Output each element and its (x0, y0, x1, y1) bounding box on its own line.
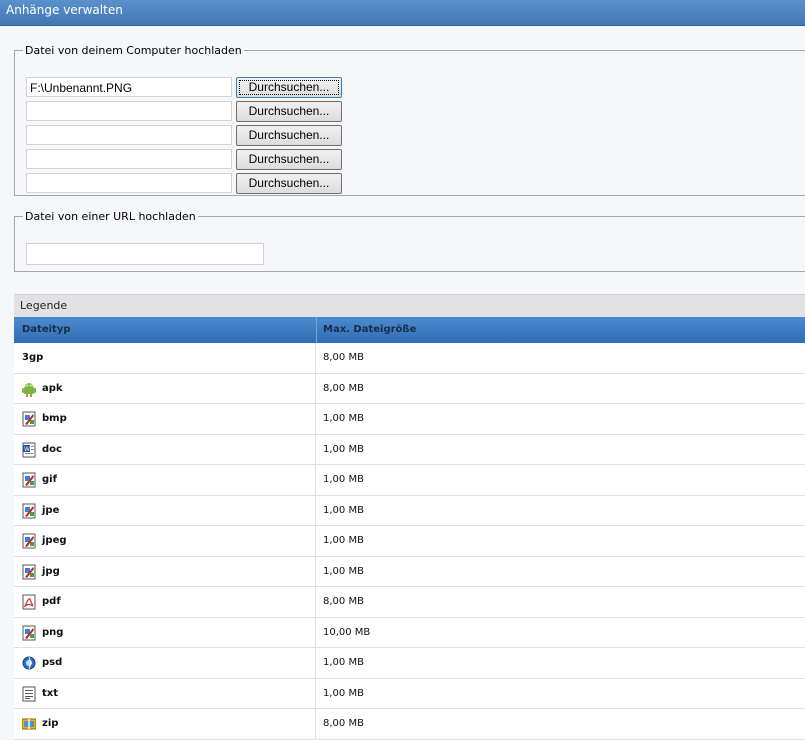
file-type-cell: bmp (14, 404, 316, 434)
file-input-4[interactable] (26, 149, 232, 169)
browse-button-3[interactable]: Durchsuchen... (236, 125, 342, 146)
max-size-value: 1,00 MB (323, 565, 364, 577)
header-file-type: Dateityp (22, 324, 71, 335)
archive-icon (21, 716, 37, 732)
table-row: apk 8,00 MB (14, 373, 805, 404)
file-type-label: bmp (42, 413, 67, 424)
upload-computer-fieldset: Datei von deinem Computer hochladen F:\U… (14, 44, 805, 196)
browse-button-4[interactable]: Durchsuchen... (236, 149, 342, 170)
max-size-value: 1,00 MB (323, 443, 364, 455)
table-row: jpeg 1,00 MB (14, 526, 805, 557)
table-row: Wdoc 1,00 MB (14, 434, 805, 465)
file-type-label: pdf (42, 596, 61, 607)
file-type-cell: zip (14, 709, 316, 739)
image-icon (22, 564, 36, 580)
window-title: Anhänge verwalten (6, 3, 123, 17)
browse-button-2[interactable]: Durchsuchen... (236, 101, 342, 122)
table-row: txt 1,00 MB (14, 678, 805, 709)
file-type-label: zip (42, 718, 59, 729)
image-icon (22, 533, 36, 549)
table-header: Dateityp Max. Dateigröße (14, 317, 805, 343)
legend-panel: Legende Dateityp Max. Dateigröße 3gp 8,00… (14, 294, 805, 740)
photoshop-icon (22, 655, 36, 671)
file-type-cell: psd (14, 648, 316, 678)
table-row: 3gp 8,00 MB (14, 343, 805, 374)
url-input[interactable] (26, 243, 264, 265)
max-size-value: 1,00 MB (323, 474, 364, 485)
image-icon (22, 411, 36, 427)
svg-text:W: W (24, 446, 30, 453)
table-row: gif 1,00 MB (14, 465, 805, 496)
window-titlebar: Anhänge verwalten (0, 0, 805, 26)
file-type-cell: apk (14, 373, 316, 403)
pdf-icon (22, 594, 36, 610)
max-size-value: 1,00 MB (323, 504, 364, 516)
table-row: psd 1,00 MB (14, 648, 805, 679)
image-icon (22, 625, 36, 641)
file-type-cell: gif (14, 465, 316, 495)
file-type-cell: jpg (14, 556, 316, 586)
file-input-2[interactable] (26, 101, 232, 121)
upload-computer-legend: Datei von deinem Computer hochladen (25, 44, 242, 57)
word-icon: W (22, 442, 36, 458)
file-input-3[interactable] (26, 125, 232, 145)
max-size-value: 1,00 MB (323, 535, 364, 546)
file-type-cell: jpe (14, 495, 316, 525)
table-row: zip 8,00 MB (14, 709, 805, 740)
file-type-label: png (42, 626, 64, 638)
file-type-cell: Wdoc (14, 434, 316, 464)
max-size-value: 1,00 MB (323, 413, 364, 424)
file-type-label: txt (42, 687, 59, 699)
browse-button-1[interactable]: Durchsuchen... (236, 77, 342, 98)
file-type-label: apk (42, 382, 63, 394)
table-body: 3gp 8,00 MB apk 8,00 MB bmp 1,00 MB Wdoc 1,00 M… (14, 343, 805, 740)
file-type-label: jpg (42, 565, 60, 577)
legend-title: Legende (14, 294, 805, 317)
file-type-cell: pdf (14, 587, 316, 617)
file-type-cell: 3gp (14, 343, 316, 373)
max-size-value: 8,00 MB (323, 718, 364, 729)
file-type-label: 3gp (22, 352, 44, 363)
upload-url-fieldset: Datei von einer URL hochladen (14, 210, 805, 272)
file-type-label: doc (42, 443, 62, 455)
table-row: jpe 1,00 MB (14, 495, 805, 526)
upload-url-legend: Datei von einer URL hochladen (25, 210, 196, 223)
max-size-value: 1,00 MB (323, 657, 364, 668)
file-type-label: jpe (42, 504, 60, 516)
browse-button-5[interactable]: Durchsuchen... (236, 173, 342, 194)
table-row: pdf 8,00 MB (14, 587, 805, 618)
max-size-value: 8,00 MB (323, 596, 364, 607)
file-input-5[interactable] (26, 173, 232, 193)
file-type-label: gif (42, 474, 57, 485)
file-type-cell: txt (14, 678, 316, 708)
max-size-value: 8,00 MB (323, 382, 364, 394)
file-type-label: jpeg (42, 535, 67, 546)
table-row: png 10,00 MB (14, 617, 805, 648)
max-size-value: 10,00 MB (323, 626, 371, 638)
file-type-cell: png (14, 617, 316, 647)
table-row: jpg 1,00 MB (14, 556, 805, 587)
text-file-icon (22, 686, 36, 702)
max-size-value: 8,00 MB (323, 352, 364, 363)
header-max-size: Max. Dateigröße (323, 324, 417, 335)
file-type-cell: jpeg (14, 526, 316, 556)
file-input-1[interactable]: F:\Unbenannt.PNG (26, 77, 232, 97)
table-row: bmp 1,00 MB (14, 404, 805, 435)
file-type-label: psd (42, 657, 63, 668)
max-size-value: 1,00 MB (323, 687, 364, 699)
image-icon (22, 472, 36, 488)
android-icon (22, 381, 36, 397)
image-icon (22, 503, 36, 519)
